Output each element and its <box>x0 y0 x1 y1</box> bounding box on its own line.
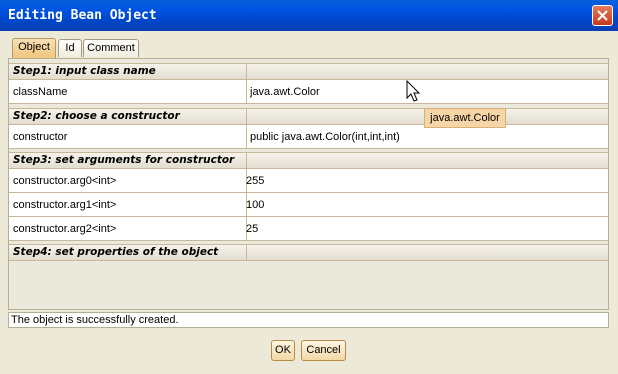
section-step4: Step4: set properties of the object <box>9 244 608 261</box>
arg0-value-field[interactable]: 255 <box>246 169 264 193</box>
property-key: className <box>13 86 68 98</box>
section-step3: Step3: set arguments for constructor <box>9 152 608 169</box>
dialog-window: Editing Bean Object Object Id Comment St… <box>0 0 618 374</box>
constructor-select[interactable]: public java.awt.Color(int,int,int) <box>250 125 400 149</box>
classname-value-field[interactable]: java.awt.Color <box>250 80 320 104</box>
tab-id[interactable]: Id <box>58 39 82 57</box>
column-divider <box>246 80 247 103</box>
tab-comment-label: Comment <box>87 42 135 54</box>
tab-object-label: Object <box>18 41 50 53</box>
section-step3-label: Step3: set arguments for constructor <box>13 154 235 166</box>
property-row-arg1[interactable]: constructor.arg1<int> 100 <box>9 193 608 217</box>
close-icon <box>597 10 608 21</box>
property-row-arg0[interactable]: constructor.arg0<int> 255 <box>9 169 608 193</box>
section-step1-label: Step1: input class name <box>13 65 156 77</box>
column-divider <box>246 109 247 124</box>
property-key: constructor.arg0<int> <box>13 175 117 187</box>
ok-button[interactable]: OK <box>271 340 295 361</box>
status-bar: The object is successfully created. <box>8 312 609 328</box>
tooltip: java.awt.Color <box>424 108 506 128</box>
close-button[interactable] <box>592 5 613 26</box>
tab-id-label: Id <box>65 42 75 54</box>
property-row-classname[interactable]: className java.awt.Color <box>9 80 608 104</box>
arg1-value-field[interactable]: 100 <box>246 193 264 217</box>
column-divider <box>246 125 247 148</box>
window-title: Editing Bean Object <box>8 8 157 23</box>
column-divider <box>246 64 247 79</box>
mouse-pointer-icon <box>406 80 421 102</box>
property-row-constructor[interactable]: constructor public java.awt.Color(int,in… <box>9 125 608 149</box>
section-step2-label: Step2: choose a constructor <box>13 110 180 122</box>
section-step1: Step1: input class name <box>9 63 608 80</box>
column-divider <box>246 153 247 168</box>
title-bar[interactable]: Editing Bean Object <box>0 0 618 31</box>
tab-comment[interactable]: Comment <box>83 39 139 57</box>
property-key: constructor.arg2<int> <box>13 223 117 235</box>
tab-object[interactable]: Object <box>12 38 56 58</box>
property-key: constructor <box>13 131 68 143</box>
section-step4-label: Step4: set properties of the object <box>13 246 219 258</box>
arg2-value-field[interactable]: 25 <box>246 217 258 241</box>
cancel-button[interactable]: Cancel <box>301 340 346 361</box>
property-sheet: Step1: input class name className java.a… <box>8 58 609 310</box>
section-step2: Step2: choose a constructor <box>9 108 608 125</box>
property-key: constructor.arg1<int> <box>13 199 117 211</box>
column-divider <box>246 245 247 260</box>
property-row-arg2[interactable]: constructor.arg2<int> 25 <box>9 217 608 241</box>
